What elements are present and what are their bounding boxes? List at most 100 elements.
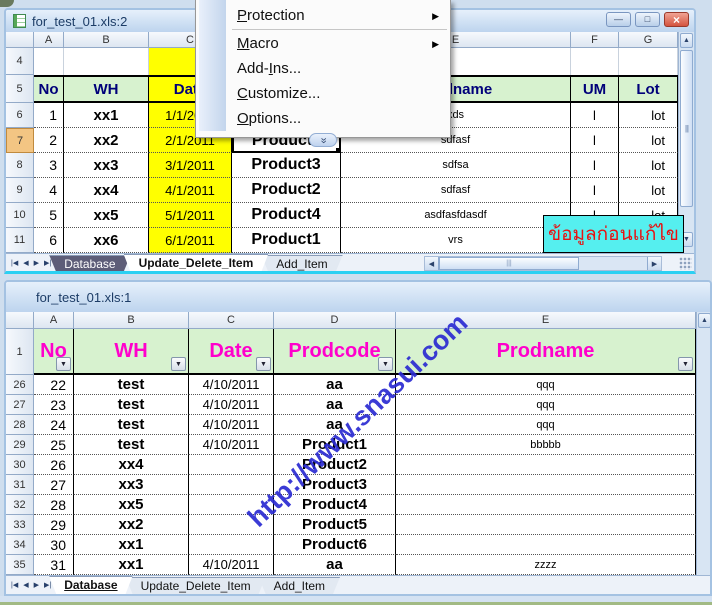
hscrollbar-track[interactable]	[579, 257, 647, 270]
cell-A11[interactable]: 6	[34, 228, 64, 253]
cell-D27[interactable]: aa	[274, 395, 396, 415]
cell-A6[interactable]: 1	[34, 103, 64, 128]
hscrollbar-thumb[interactable]: |||	[439, 257, 579, 270]
cell-D26[interactable]: aa	[274, 375, 396, 395]
cell-C8[interactable]: 3/1/2011	[149, 153, 232, 178]
row-header-32[interactable]: 32	[6, 495, 34, 515]
cell-A31[interactable]: 27	[34, 475, 74, 495]
cell-E31[interactable]	[396, 475, 696, 495]
cell-A28[interactable]: 24	[34, 415, 74, 435]
cell-A4[interactable]	[34, 48, 64, 75]
cell-B28[interactable]: test	[74, 415, 189, 435]
vertical-scrollbar[interactable]: ▲	[696, 312, 712, 575]
cell-C34[interactable]	[189, 535, 274, 555]
header-cell-lot[interactable]: Lot	[619, 75, 678, 103]
filter-button-wh[interactable]: ▼	[171, 357, 186, 371]
cell-B8[interactable]: xx3	[64, 153, 149, 178]
cell-B33[interactable]: xx2	[74, 515, 189, 535]
row-header-4[interactable]: 4	[6, 48, 34, 75]
row-header-5[interactable]: 5	[6, 75, 34, 103]
cell-E8[interactable]: sdfsa	[341, 153, 571, 178]
sheet-tab-update_delete_item[interactable]: Update_Delete_Item	[124, 254, 269, 272]
cell-B35[interactable]: xx1	[74, 555, 189, 575]
cell-A26[interactable]: 22	[34, 375, 74, 395]
header-cell-date[interactable]: Date▼	[189, 329, 274, 375]
menu-item-add-ins[interactable]: Add-Ins...	[196, 56, 450, 81]
cell-B27[interactable]: test	[74, 395, 189, 415]
row-header-27[interactable]: 27	[6, 395, 34, 415]
expand-menu-button[interactable]: »	[309, 133, 337, 147]
cell-B10[interactable]: xx5	[64, 203, 149, 228]
cell-G9[interactable]: lot	[619, 178, 678, 203]
cell-A9[interactable]: 4	[34, 178, 64, 203]
menu-item-customize[interactable]: Customize...	[196, 81, 450, 106]
cell-A10[interactable]: 5	[34, 203, 64, 228]
filter-button-prodname[interactable]: ▼	[678, 357, 693, 371]
column-header-A[interactable]: A	[34, 312, 74, 329]
column-header-G[interactable]: G	[619, 32, 678, 48]
cell-D34[interactable]: Product6	[274, 535, 396, 555]
cell-B7[interactable]: xx2	[64, 128, 149, 153]
tab-last-button[interactable]: ▶|	[44, 259, 51, 267]
cell-A33[interactable]: 29	[34, 515, 74, 535]
row-header-35[interactable]: 35	[6, 555, 34, 575]
cell-F9[interactable]: l	[571, 178, 619, 203]
header-cell-no[interactable]: No▼	[34, 329, 74, 375]
column-header-B[interactable]: B	[64, 32, 149, 48]
tab-next-button[interactable]: ▶	[34, 259, 39, 267]
cell-B26[interactable]: test	[74, 375, 189, 395]
restore-button[interactable]: □	[635, 12, 660, 27]
header-cell-wh[interactable]: WH	[64, 75, 149, 103]
cell-C11[interactable]: 6/1/2011	[149, 228, 232, 253]
cell-D29[interactable]: Product1	[274, 435, 396, 455]
scroll-left-button[interactable]: ◀	[425, 257, 439, 270]
scroll-up-button[interactable]: ▲	[698, 313, 711, 328]
cell-E10[interactable]: asdfasfdasdf	[341, 203, 571, 228]
cell-D31[interactable]: Product3	[274, 475, 396, 495]
minimize-button[interactable]: —	[606, 12, 631, 27]
cell-C30[interactable]	[189, 455, 274, 475]
cell-C28[interactable]: 4/10/2011	[189, 415, 274, 435]
cell-F7[interactable]: l	[571, 128, 619, 153]
cell-C29[interactable]: 4/10/2011	[189, 435, 274, 455]
cell-A30[interactable]: 26	[34, 455, 74, 475]
cell-B11[interactable]: xx6	[64, 228, 149, 253]
cell-F4[interactable]	[571, 48, 619, 75]
row-header-31[interactable]: 31	[6, 475, 34, 495]
cell-B9[interactable]: xx4	[64, 178, 149, 203]
column-header-F[interactable]: F	[571, 32, 619, 48]
row-header-30[interactable]: 30	[6, 455, 34, 475]
cell-D9[interactable]: Product2	[232, 178, 341, 203]
column-header-A[interactable]: A	[34, 32, 64, 48]
menu-item-protection[interactable]: Protection▶	[196, 3, 450, 28]
close-button[interactable]: ×	[664, 12, 689, 27]
column-header-C[interactable]: C	[189, 312, 274, 329]
cell-E34[interactable]	[396, 535, 696, 555]
row-header-7[interactable]: 7	[6, 128, 34, 153]
header-cell-prodcode[interactable]: Prodcode▼	[274, 329, 396, 375]
row-header-1[interactable]: 1	[6, 329, 34, 375]
cell-E26[interactable]: qqq	[396, 375, 696, 395]
cell-B32[interactable]: xx5	[74, 495, 189, 515]
cell-E28[interactable]: qqq	[396, 415, 696, 435]
header-cell-no[interactable]: No	[34, 75, 64, 103]
tab-last-button[interactable]: ▶|	[44, 581, 51, 589]
cell-E30[interactable]	[396, 455, 696, 475]
cell-A34[interactable]: 30	[34, 535, 74, 555]
cell-B29[interactable]: test	[74, 435, 189, 455]
header-cell-um[interactable]: UM	[571, 75, 619, 103]
select-all-corner[interactable]	[6, 312, 34, 329]
cell-E33[interactable]	[396, 515, 696, 535]
cell-C26[interactable]: 4/10/2011	[189, 375, 274, 395]
sheet-tab-add_item[interactable]: Add_Item	[261, 255, 342, 272]
sheet-tab-database[interactable]: Database	[49, 576, 132, 594]
cell-E35[interactable]: zzzz	[396, 555, 696, 575]
column-header-B[interactable]: B	[74, 312, 189, 329]
select-all-corner[interactable]	[6, 32, 34, 48]
cell-C33[interactable]	[189, 515, 274, 535]
tab-split-grip-icon[interactable]	[679, 257, 692, 270]
sheet-tab-database[interactable]: Database	[49, 255, 130, 272]
scroll-right-button[interactable]: ▶	[647, 257, 661, 270]
column-header-D[interactable]: D	[274, 312, 396, 329]
row-header-26[interactable]: 26	[6, 375, 34, 395]
